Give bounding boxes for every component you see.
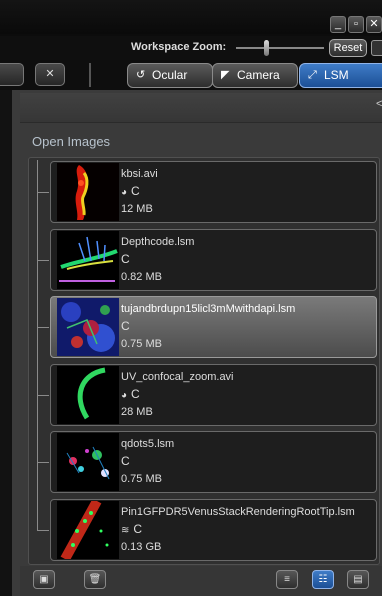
image-thumbnail xyxy=(57,501,119,559)
trash-icon: 🗑 xyxy=(88,574,102,585)
image-thumbnail xyxy=(57,433,119,491)
image-size: 0.75 MB xyxy=(121,473,162,485)
left-dock xyxy=(0,90,12,596)
image-size: 12 MB xyxy=(121,203,153,215)
image-list-item[interactable]: qdots5.lsm C 0.75 MB xyxy=(50,431,377,493)
tree-branch xyxy=(37,192,49,193)
workspace-zoom-slider-handle[interactable] xyxy=(264,40,269,56)
image-channel: ≋ C xyxy=(121,522,142,536)
panel-header-marker: < xyxy=(376,98,382,110)
image-name: Depthcode.lsm xyxy=(121,236,195,248)
image-thumbnail xyxy=(57,366,119,424)
toolbar-button[interactable] xyxy=(0,63,24,86)
compact-view-icon: ▤ xyxy=(353,574,363,585)
image-channel: C xyxy=(121,252,130,266)
channel-label: C xyxy=(121,454,130,468)
ocular-icon: ↺ xyxy=(136,69,146,81)
tab-lsm-label: LSM xyxy=(324,68,349,82)
detail-view-button[interactable]: ☷ xyxy=(312,570,334,589)
close-icon[interactable]: ✕ xyxy=(366,16,382,33)
image-name: tujandbrdupn15licl3mMwithdapi.lsm xyxy=(121,303,296,315)
tab-camera-label: Camera xyxy=(237,68,280,82)
image-thumbnail xyxy=(57,298,119,356)
image-size: 28 MB xyxy=(121,406,153,418)
camera-icon: ◤ xyxy=(221,69,230,81)
tab-lsm[interactable]: ⤢ LSM xyxy=(299,63,382,88)
image-size: 0.13 GB xyxy=(121,541,162,553)
panel-header xyxy=(20,93,382,123)
delete-button[interactable]: 🗑 xyxy=(84,570,106,589)
tree-branch xyxy=(37,462,49,463)
tree-branch xyxy=(37,327,49,328)
image-channel: ◕ C xyxy=(121,184,140,198)
image-list-item[interactable]: kbsi.avi ◕ C 12 MB xyxy=(50,161,377,223)
image-channel: ◕ C xyxy=(121,387,140,401)
movie-icon: ◕ xyxy=(121,390,128,401)
compact-view-button[interactable]: ▤ xyxy=(347,570,369,589)
image-size: 0.75 MB xyxy=(121,338,162,350)
image-name: qdots5.lsm xyxy=(121,438,175,450)
tree-line xyxy=(37,160,38,530)
minimize-icon[interactable]: _ xyxy=(330,16,346,33)
image-size: 0.82 MB xyxy=(121,271,162,283)
detail-view-icon: ☷ xyxy=(318,574,328,585)
channel-label: C xyxy=(121,252,130,266)
tab-ocular[interactable]: ↺ Ocular xyxy=(127,63,213,88)
image-list-item[interactable]: Depthcode.lsm C 0.82 MB xyxy=(50,229,377,291)
workspace-zoom-track[interactable] xyxy=(236,47,324,49)
image-thumbnail xyxy=(57,231,119,289)
reset-zoom-button[interactable]: Reset xyxy=(329,39,367,57)
workspace-zoom-label: Workspace Zoom: xyxy=(131,41,227,53)
image-name: UV_confocal_zoom.avi xyxy=(121,371,234,383)
image-list-item[interactable]: UV_confocal_zoom.avi ◕ C 28 MB xyxy=(50,364,377,426)
channel-label: C xyxy=(121,319,130,333)
list-view-icon: ≡ xyxy=(284,574,290,585)
tree-branch xyxy=(37,395,49,396)
channel-label: C xyxy=(131,387,140,401)
tab-ocular-label: Ocular xyxy=(152,68,188,82)
image-channel: C xyxy=(121,454,130,468)
list-view-button[interactable]: ≡ xyxy=(276,570,298,589)
workspace-zoom-bar: Workspace Zoom: xyxy=(0,36,382,60)
save-button[interactable]: ▣ xyxy=(33,570,55,589)
stack-icon: ≋ xyxy=(121,525,130,536)
save-icon: ▣ xyxy=(39,574,49,585)
channel-label: C xyxy=(131,184,140,198)
restore-icon[interactable]: ▫ xyxy=(348,16,364,33)
tab-camera[interactable]: ◤ Camera xyxy=(212,63,298,88)
app-window: _ ▫ ✕ Workspace Zoom: Reset ✕ ↺ Ocular ◤… xyxy=(0,0,382,596)
lsm-icon: ⤢ xyxy=(308,69,317,81)
image-name: Pin1GFPDR5VenusStackRenderingRootTip.lsm xyxy=(121,506,355,518)
close-toolbar-button[interactable]: ✕ xyxy=(35,63,65,86)
image-name: kbsi.avi xyxy=(121,168,158,180)
open-images-title: Open Images xyxy=(32,134,111,149)
toolbar-separator xyxy=(89,63,91,87)
more-button[interactable] xyxy=(371,40,382,56)
image-list-item[interactable]: Pin1GFPDR5VenusStackRenderingRootTip.lsm… xyxy=(50,499,377,561)
image-thumbnail xyxy=(57,163,119,221)
image-list-item-selected[interactable]: tujandbrdupn15licl3mMwithdapi.lsm C 0.75… xyxy=(50,296,377,358)
tree-branch xyxy=(37,530,49,531)
movie-icon: ◕ xyxy=(121,187,128,198)
close-icon: ✕ xyxy=(45,68,55,80)
image-channel: C xyxy=(121,319,130,333)
tree-branch xyxy=(37,260,49,261)
channel-label: C xyxy=(133,522,143,536)
window-controls: _ ▫ ✕ xyxy=(330,16,382,33)
title-bar: _ ▫ ✕ xyxy=(0,0,382,34)
